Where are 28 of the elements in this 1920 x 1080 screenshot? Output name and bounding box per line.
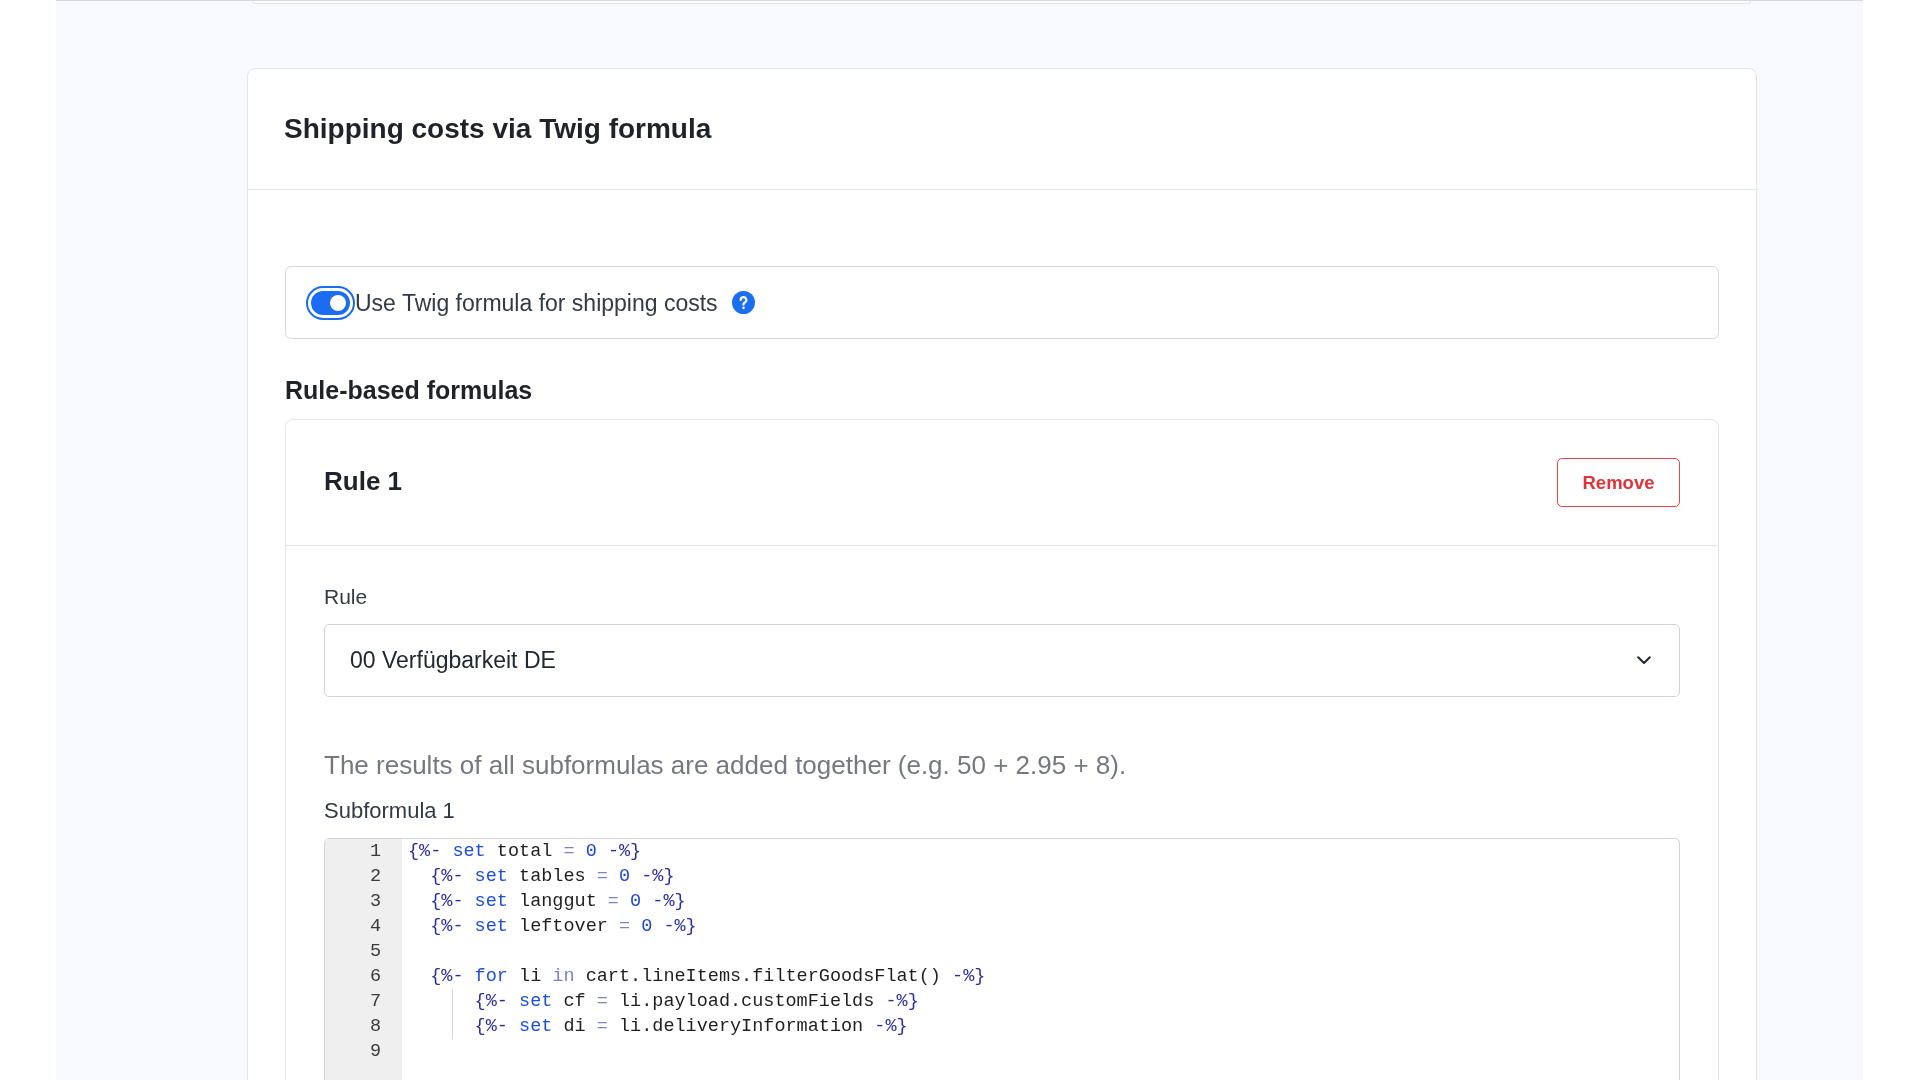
rule-select[interactable]: 00 Verfügbarkeit DE [324,624,1680,697]
line-number: 3 [369,890,381,914]
line-number: 4 [369,915,381,939]
subformula-label: Subformula 1 [324,798,456,824]
rule-title: Rule 1 [324,464,403,497]
field-label: Rule [324,585,369,609]
line-number: 2 [369,865,381,889]
toggle-switch[interactable] [306,285,355,320]
code-line: {%- for li in cart.lineItems.filterGoodsFlat() -%} [429,965,986,989]
line-number: 9 [369,1040,381,1064]
section-title: Rule-based formulas [285,375,534,406]
card-title: Shipping costs via Twig formula [284,112,712,146]
code-line: {%- set di = li.deliveryInformation -%} [408,1014,986,1039]
code-line: {%- set cf = li.payload.customFields -%} [408,989,986,1014]
code-line: {%- set leftover = 0 -%} [429,915,698,939]
code-line: {%- set total = 0 -%} [408,840,643,864]
hint-text: The results of all subformulas are added together (e.g. 50 + 2.95 + 8). [324,749,1128,781]
chevron-down-icon [1637,656,1651,665]
line-number: 1 [369,840,381,864]
line-number: 8 [369,1015,381,1039]
code-line: {%- set langgut = 0 -%} [429,890,687,914]
remove-button[interactable]: Remove [1557,458,1680,507]
code-line: {%- set tables = 0 -%} [429,865,676,889]
line-number: 5 [369,940,381,964]
line-number: 7 [369,990,381,1014]
line-number: 6 [369,965,381,989]
help-icon[interactable] [731,291,755,314]
toggle-label: Use Twig formula for shipping costs [355,288,718,318]
